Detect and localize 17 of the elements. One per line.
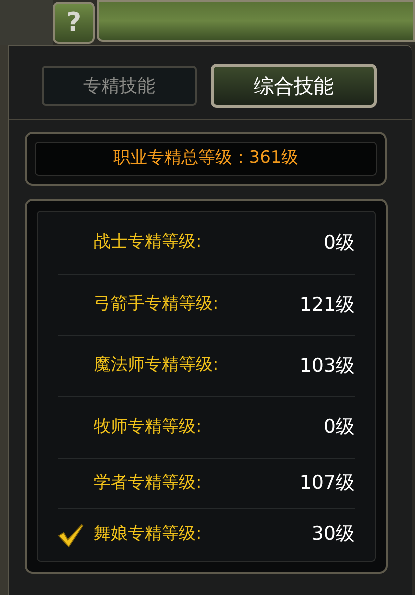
stat-value: 0级: [324, 415, 355, 440]
tab[interactable]: 综合技能: [211, 64, 377, 108]
stat-value: 107级: [300, 471, 355, 496]
stat-label: 弓箭手专精等级:: [94, 293, 220, 316]
stat-value: 0级: [324, 230, 355, 256]
stat-value: 121级: [300, 292, 355, 318]
stat-value: 30级: [312, 522, 355, 548]
stat-label: 学者专精等级:: [94, 472, 203, 495]
stat-label: 战士专精等级:: [94, 231, 203, 254]
stat-value: 103级: [300, 354, 355, 379]
tab[interactable]: 专精技能: [42, 66, 197, 106]
stat-label: 牧师专精等级:: [94, 416, 203, 439]
frame-corner: [0, 0, 53, 45]
total-level-text: 职业专精总等级：361级: [35, 142, 377, 176]
stat-label: 舞娘专精等级:: [94, 522, 203, 546]
stat-label: 魔法师专精等级:: [94, 354, 220, 378]
help-button[interactable]: ?: [53, 2, 95, 44]
